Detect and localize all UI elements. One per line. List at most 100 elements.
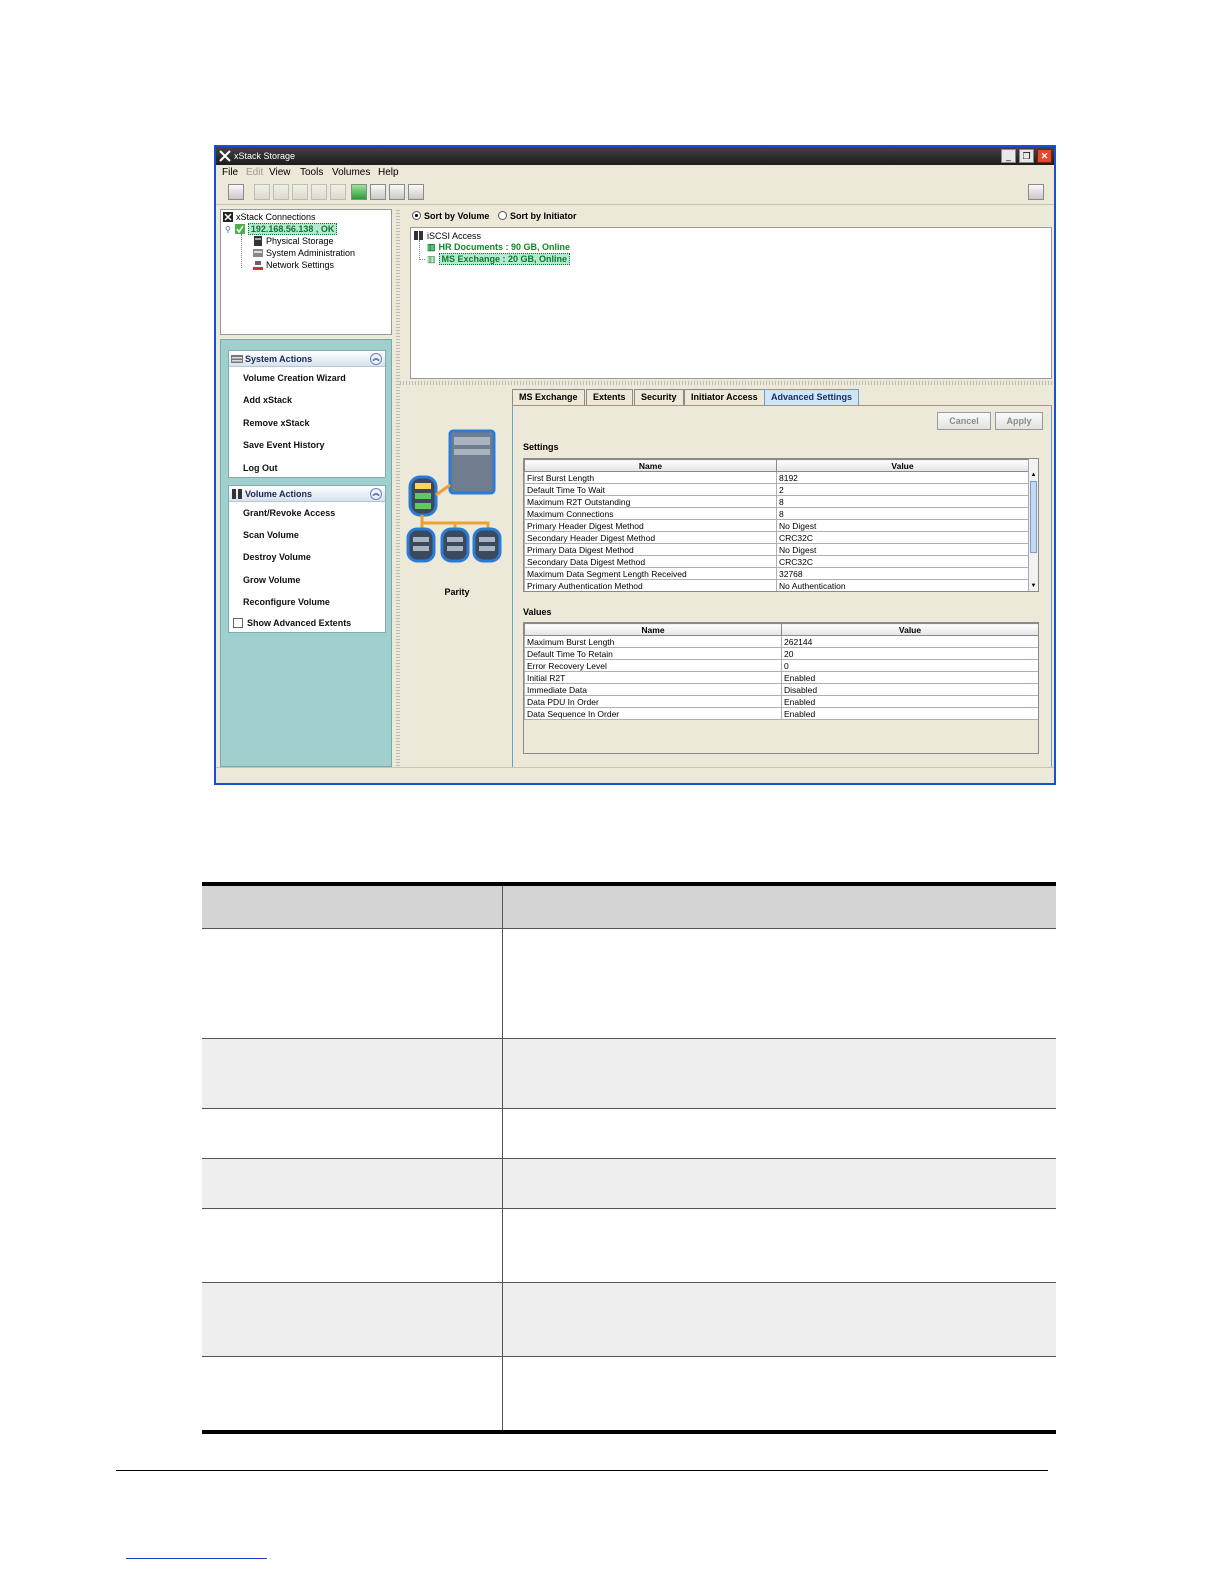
system-icon (231, 355, 243, 363)
collapse-icon[interactable]: ︽ (370, 488, 382, 500)
scan-volume-link[interactable]: Scan Volume (243, 530, 299, 540)
settings-scrollbar[interactable]: ▲ ▼ (1028, 459, 1038, 591)
footer-link-underline[interactable] (126, 1558, 267, 1559)
table-row[interactable]: Primary Authentication Method No Authenti… (524, 579, 1029, 591)
scroll-thumb[interactable] (1030, 481, 1037, 553)
tab-extents[interactable]: Extents (586, 389, 633, 405)
disk-icon[interactable] (389, 184, 405, 200)
table-row[interactable]: Maximum Data Segment Length Received 3276… (524, 567, 1029, 580)
app-window: xStack Storage _ ❐ ✕ File Edit View Tool… (214, 145, 1056, 785)
table-row[interactable]: Secondary Header Digest Method CRC32C (524, 531, 1029, 544)
volume-online-icon: ▥ (427, 254, 436, 264)
settings-value-header[interactable]: Value (776, 459, 1029, 472)
table-row[interactable]: Primary Header Digest Method No Digest (524, 519, 1029, 532)
ok-check-icon (234, 224, 245, 234)
footer-divider (116, 1470, 1048, 1471)
remove-xstack-link[interactable]: Remove xStack (243, 418, 310, 428)
table-row[interactable]: Data PDU In Order Enabled (524, 695, 1038, 708)
table-row (202, 1038, 1056, 1109)
tree-system-administration[interactable]: System Administration (253, 248, 355, 259)
table-row[interactable]: Data Sequence In Order Enabled (524, 707, 1038, 720)
collapse-icon[interactable]: ︽ (370, 353, 382, 365)
paste-icon[interactable] (292, 184, 308, 200)
restore-button[interactable]: ❐ (1019, 149, 1034, 163)
tab-initiator-access[interactable]: Initiator Access (684, 389, 765, 405)
values-value-header[interactable]: Value (781, 623, 1038, 636)
tab-security[interactable]: Security (634, 389, 684, 405)
network-icon[interactable] (408, 184, 424, 200)
grant-revoke-access-link[interactable]: Grant/Revoke Access (243, 508, 335, 518)
menu-volumes[interactable]: Volumes (332, 165, 370, 181)
connections-tree: xStack Connections ⚲ 192.168.56.138 , OK … (220, 209, 392, 335)
title-bar: xStack Storage _ ❐ ✕ (216, 147, 1054, 165)
raid-level-label: Parity (444, 587, 470, 597)
destroy-volume-link[interactable]: Destroy Volume (243, 552, 311, 562)
expand-icon[interactable]: ⚲ (225, 225, 231, 234)
settings-section-label: Settings (523, 442, 559, 452)
tab-advanced-settings[interactable]: Advanced Settings (764, 389, 860, 405)
horizontal-splitter[interactable] (400, 381, 1052, 385)
volume-actions-header[interactable]: Volume Actions ︽ (229, 486, 385, 502)
undo-icon[interactable] (311, 184, 327, 200)
settings-name-header[interactable]: Name (524, 459, 777, 472)
menu-tools[interactable]: Tools (300, 165, 323, 181)
table-row[interactable]: Initial R2T Enabled (524, 671, 1038, 684)
minimize-button[interactable]: _ (1001, 149, 1016, 163)
vertical-splitter[interactable] (396, 209, 400, 769)
table-row (202, 1158, 1056, 1209)
table-row[interactable]: Maximum Connections 8 (524, 507, 1029, 520)
reconfigure-volume-link[interactable]: Reconfigure Volume (243, 597, 330, 607)
table-row[interactable]: Default Time To Retain 20 (524, 647, 1038, 660)
add-xstack-link[interactable]: Add xStack (243, 395, 292, 405)
show-advanced-extents-checkbox[interactable] (233, 618, 243, 628)
volume-icon[interactable] (370, 184, 386, 200)
grow-volume-link[interactable]: Grow Volume (243, 575, 300, 585)
table-row[interactable]: Maximum R2T Outstanding 8 (524, 495, 1029, 508)
table-row (202, 1108, 1056, 1159)
tree-physical-storage[interactable]: Physical Storage (253, 236, 334, 247)
values-name-header[interactable]: Name (524, 623, 782, 636)
tree-root[interactable]: xStack Connections (223, 212, 316, 223)
menu-help[interactable]: Help (378, 165, 399, 181)
network-icon (253, 261, 263, 270)
menu-edit[interactable]: Edit (246, 165, 263, 181)
cancel-button[interactable]: Cancel (937, 412, 991, 430)
table-row[interactable]: Maximum Burst Length 262144 (524, 635, 1038, 648)
sort-by-initiator-radio[interactable]: Sort by Initiator (498, 211, 577, 221)
table-row[interactable]: First Burst Length 8192 (524, 471, 1029, 484)
iscsi-icon[interactable] (351, 184, 367, 200)
help-icon[interactable] (1028, 184, 1044, 200)
tab-ms-exchange[interactable]: MS Exchange (512, 389, 585, 405)
volume-tree: iSCSI Access ▥ HR Documents : 90 GB, Onli… (410, 227, 1052, 379)
close-button[interactable]: ✕ (1037, 149, 1052, 163)
scroll-down-icon[interactable]: ▼ (1030, 582, 1037, 591)
volume-ms-exchange[interactable]: ▥ MS Exchange : 20 GB, Online (427, 253, 571, 265)
scroll-up-icon[interactable]: ▲ (1030, 471, 1037, 480)
sort-by-volume-radio[interactable]: Sort by Volume (412, 211, 489, 221)
volume-creation-wizard-link[interactable]: Volume Creation Wizard (243, 373, 346, 383)
actions-panel: System Actions ︽ Volume Creation Wizard … (220, 339, 392, 767)
table-row[interactable]: Immediate Data Disabled (524, 683, 1038, 696)
tree-network-settings[interactable]: Network Settings (253, 260, 334, 271)
system-actions-header[interactable]: System Actions ︽ (229, 351, 385, 367)
xstack-logo-icon (219, 150, 231, 162)
table-row[interactable]: Error Recovery Level 0 (524, 659, 1038, 672)
properties-icon[interactable] (228, 184, 244, 200)
apply-button[interactable]: Apply (995, 412, 1043, 430)
table-row (202, 928, 1056, 1039)
table-row[interactable]: Secondary Data Digest Method CRC32C (524, 555, 1029, 568)
volume-hr-documents[interactable]: ▥ HR Documents : 90 GB, Online (427, 242, 570, 253)
table-row[interactable]: Default Time To Wait 2 (524, 483, 1029, 496)
show-advanced-extents-label: Show Advanced Extents (247, 618, 352, 628)
table-row (202, 1282, 1056, 1357)
copy-icon[interactable] (273, 184, 289, 200)
save-event-history-link[interactable]: Save Event History (243, 440, 325, 450)
menu-view[interactable]: View (269, 165, 291, 181)
toolbar (216, 181, 1054, 205)
menu-file[interactable]: File (222, 165, 238, 181)
log-out-link[interactable]: Log Out (243, 463, 278, 473)
redo-icon[interactable] (330, 184, 346, 200)
cut-icon[interactable] (254, 184, 270, 200)
raid-parity-icon (406, 429, 502, 563)
table-row[interactable]: Primary Data Digest Method No Digest (524, 543, 1029, 556)
